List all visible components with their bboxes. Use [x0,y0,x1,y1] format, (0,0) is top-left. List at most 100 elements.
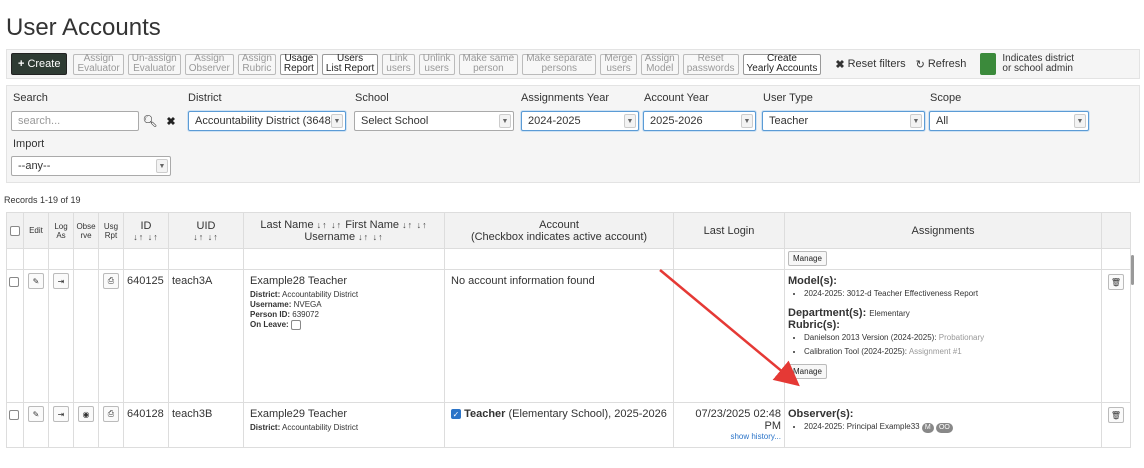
cell-uid: teach3A [168,269,244,403]
search-icon[interactable]: 🔍︎ [140,111,160,131]
chevron-down-icon: ▼ [499,114,511,128]
plus-icon: + [18,58,25,70]
assignments-year-label: Assignments Year [521,92,610,104]
toolbar-button-6[interactable]: Link users [382,53,415,75]
vertical-scrollbar[interactable] [1131,255,1134,285]
cell-name: Example28 Teacher [250,275,348,287]
manage-button[interactable]: Manage [788,251,827,266]
search-label: Search [13,92,48,104]
account-year-select[interactable]: 2025-2026 ▼ [643,111,756,131]
header-log-as: Log As [48,212,74,249]
refresh-icon: ↻ [915,58,925,71]
row-checkbox[interactable] [9,277,19,288]
toolbar-button-11[interactable]: Assign Model [640,53,679,75]
toolbar-buttons: Assign Evaluator Un-assign Evaluator Assign O… [73,53,825,75]
filter-panel: Search search... 🔍︎ ✖ District Accountab… [6,85,1140,183]
header-edit: Edit [23,212,49,249]
header-assignments: Assignments [784,212,1102,249]
row-checkbox[interactable] [9,410,19,421]
toolbar-button-2[interactable]: Assign Observer [184,53,234,75]
header-last-login: Last Login [673,212,785,249]
login-as-icon[interactable]: ⇥ [53,273,69,289]
edit-icon[interactable]: ✎ [28,406,44,422]
cell-id: 640128 [123,402,169,448]
badge-m: M [921,423,934,433]
school-select[interactable]: Select School ▼ [354,111,514,131]
show-history-link[interactable]: show history... [677,432,781,442]
refresh-button[interactable]: ↻ Refresh [916,58,967,71]
toolbar-button-0[interactable]: Assign Evaluator [73,53,124,75]
assignments-year-select[interactable]: 2024-2025 ▼ [521,111,639,131]
toolbar-button-4[interactable]: Usage Report [279,53,318,75]
trash-icon[interactable]: 🗑︎ [1108,407,1124,423]
toolbar-button-5[interactable]: Users List Report [321,53,379,75]
records-count: Records 1-19 of 19 [4,195,81,205]
scope-select[interactable]: All ▼ [929,111,1089,131]
admin-legend-text: Indicates district or school admin [1002,53,1075,74]
header-name: Last Name ↓↑ ↓↑ First Name ↓↑ ↓↑ Username… [243,212,445,249]
table-header-row: Edit Log As Obse rve Usg Rpt ID ↓↑ ↓↑ UID ↓↑ … [6,212,1131,249]
select-all-checkbox[interactable] [6,212,24,249]
toolbar-button-12[interactable]: Reset passwords [682,53,739,75]
chevron-down-icon: ▼ [1074,114,1086,128]
print-icon[interactable]: ⎙ [103,406,119,422]
login-as-icon[interactable]: ⇥ [53,406,69,422]
sort-icons[interactable]: ↓↑ ↓↑ [358,232,384,242]
page-title: User Accounts [6,14,161,41]
cell-id: 640125 [123,269,169,403]
on-leave-checkbox[interactable] [290,320,301,330]
toolbar-button-8[interactable]: Make same person [458,53,519,75]
clear-search-icon[interactable]: ✖ [161,111,181,131]
header-id: ID ↓↑ ↓↑ [123,212,169,249]
search-input[interactable]: search... [11,111,139,131]
chevron-down-icon: ▼ [331,114,343,128]
table-row: Manage [6,248,1131,270]
school-label: School [355,92,389,104]
district-select[interactable]: Accountability District (3648) ▼ [188,111,346,131]
toolbar-button-1[interactable]: Un-assign Evaluator [127,53,181,75]
print-icon[interactable]: ⎙ [103,273,119,289]
sort-icons[interactable]: ↓↑ ↓↑ [169,232,243,242]
chevron-down-icon: ▼ [741,114,753,128]
admin-legend-swatch [980,53,997,75]
cell-account: ✓ Teacher (Elementary School), 2025-2026 [444,402,674,448]
toolbar-button-10[interactable]: Merge users [600,53,637,75]
manage-button[interactable]: Manage [788,364,827,379]
table-row: ✎ ⇥ ◉ ⎙ 640128 teach3B Example29 Teacher… [6,402,1131,448]
chevron-down-icon: ▼ [624,114,636,128]
edit-icon[interactable]: ✎ [28,273,44,289]
header-observe: Obse rve [73,212,99,249]
sort-icons[interactable]: ↓↑ ↓↑ [317,220,343,230]
toolbar-button-13[interactable]: Create Yearly Accounts [742,53,822,75]
table-row: ✎ ⇥ ⎙ 640125 teach3A Example28 Teacher D… [6,269,1131,403]
user-type-label: User Type [763,92,813,104]
header-delete [1101,212,1131,249]
toolbar-button-7[interactable]: Unlink users [418,53,455,75]
cell-last-login: 07/23/2025 02:48 PM [695,408,781,432]
scope-label: Scope [930,92,962,104]
sort-icons[interactable]: ↓↑ ↓↑ [124,232,168,242]
import-select[interactable]: --any-- ▼ [11,156,171,176]
user-type-select[interactable]: Teacher ▼ [762,111,925,131]
cell-account: No account information found [444,269,674,403]
close-icon: ✖ [835,58,845,71]
account-year-label: Account Year [644,92,709,104]
trash-icon[interactable]: 🗑︎ [1108,274,1124,290]
toolbar: + Create Assign Evaluator Un-assign Evaluato… [6,49,1140,79]
toolbar-button-9[interactable]: Make separate persons [522,53,597,75]
observe-eye-icon[interactable]: ◉ [78,406,94,422]
district-label: District [188,92,222,104]
toolbar-button-3[interactable]: Assign Rubric [237,53,276,75]
chevron-down-icon: ▼ [156,159,168,173]
header-account: Account (Checkbox indicates active accoun… [444,212,674,249]
chevron-down-icon: ▼ [910,114,922,128]
sort-icons[interactable]: ↓↑ ↓↑ [402,220,428,230]
badge-oo: OO [935,423,953,433]
create-button[interactable]: + Create [11,53,68,75]
reset-filters-button[interactable]: ✖ Reset filters [835,58,905,71]
cell-name: Example29 Teacher [250,408,348,420]
header-uid: UID ↓↑ ↓↑ [168,212,244,249]
users-table: Edit Log As Obse rve Usg Rpt ID ↓↑ ↓↑ UID ↓↑ … [6,212,1131,448]
import-label: Import [13,138,45,150]
active-account-checkbox[interactable]: ✓ [451,409,461,420]
